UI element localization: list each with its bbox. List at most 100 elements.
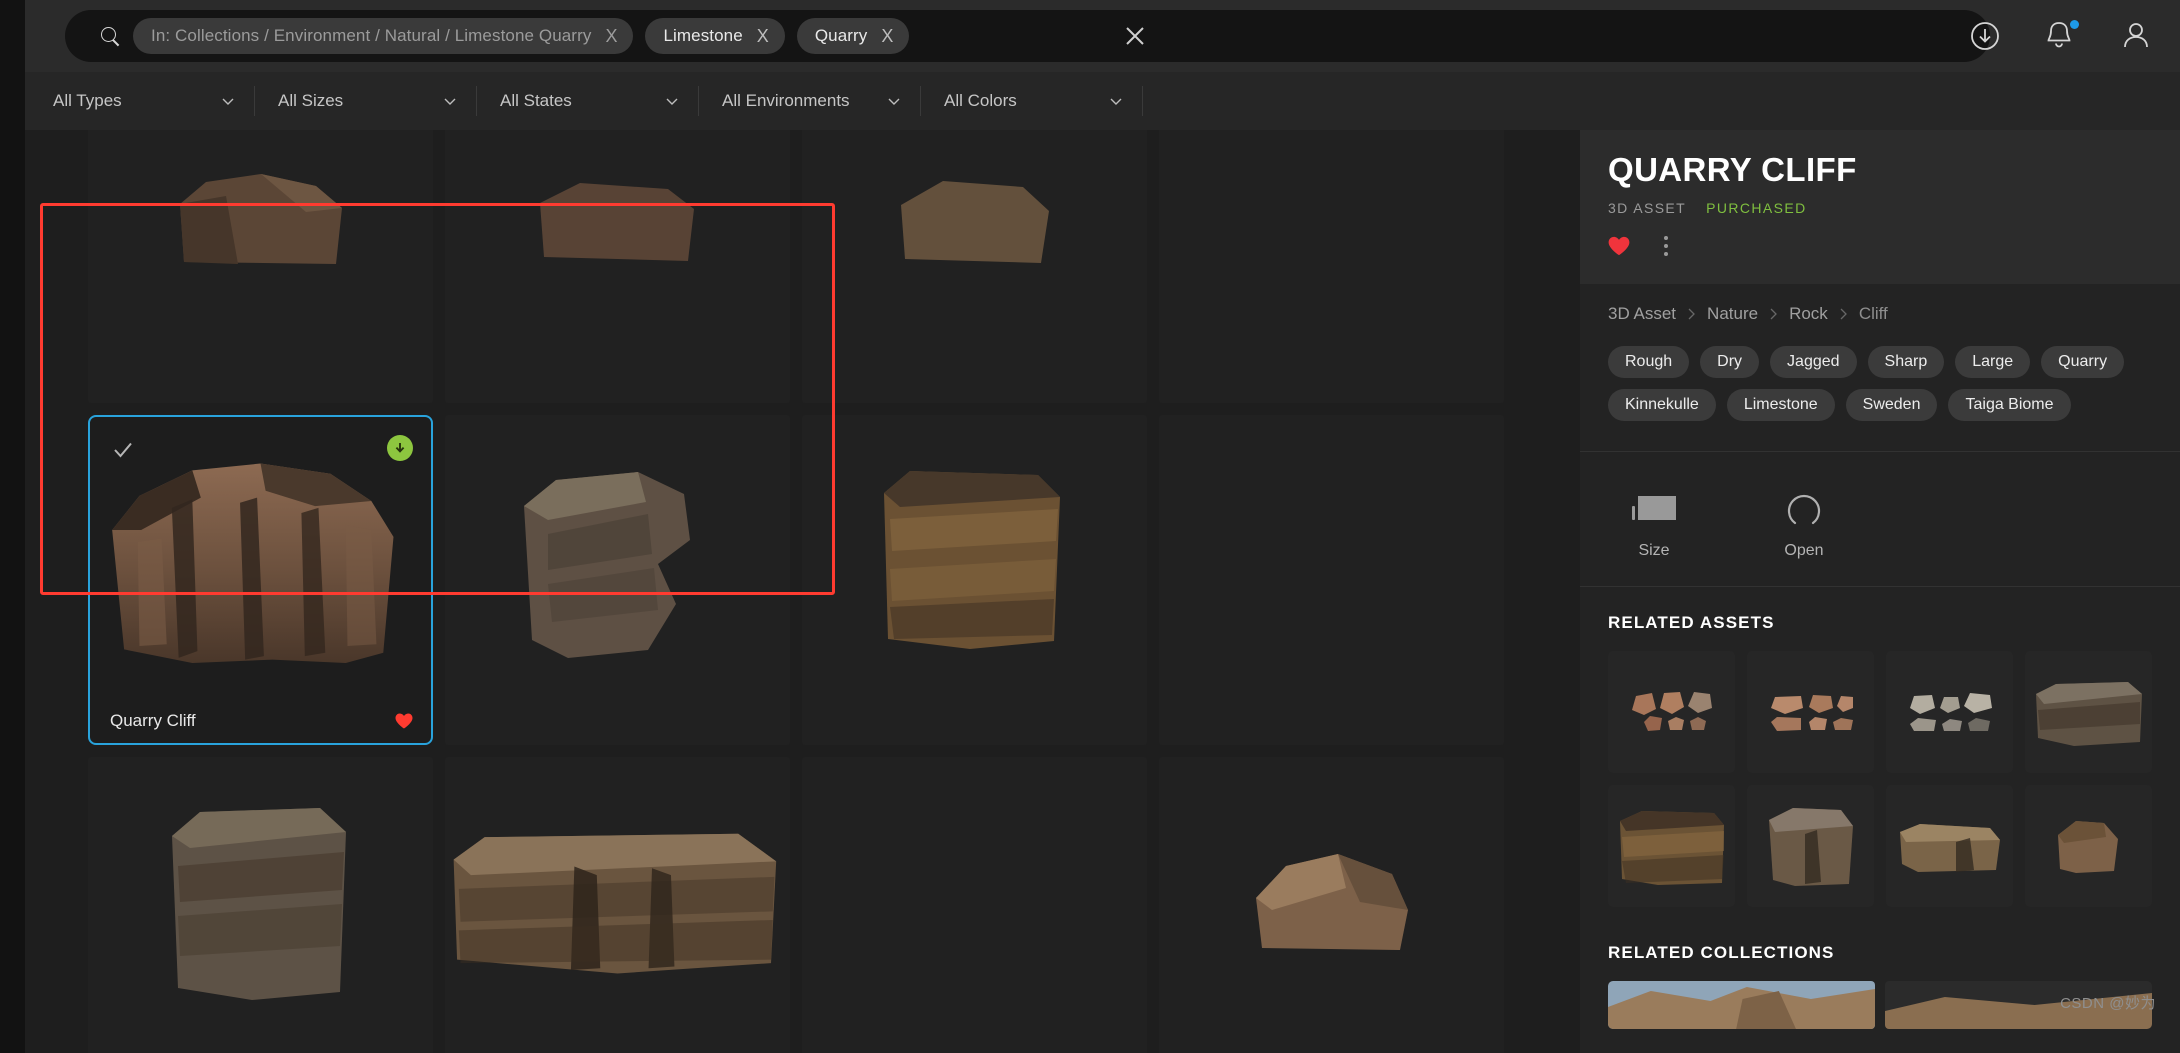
asset-thumbnail (1159, 415, 1504, 703)
related-asset-thumb[interactable] (2025, 651, 2152, 773)
breadcrumb-item-nature[interactable]: Nature (1707, 304, 1758, 324)
top-search-bar: In: Collections / Environment / Natural … (25, 0, 2180, 72)
chevron-down-icon (444, 98, 456, 105)
filter-all-states[interactable]: All States (477, 86, 699, 116)
tag-rough[interactable]: Rough (1608, 346, 1689, 378)
asset-thumbnail (88, 130, 433, 361)
search-chips: In: Collections / Environment / Natural … (133, 18, 1982, 54)
related-assets-grid (1580, 633, 2180, 907)
rock-image (166, 152, 356, 282)
related-asset-thumb[interactable] (2025, 785, 2152, 907)
search-clear-button[interactable] (1106, 0, 1164, 72)
breadcrumb-item-cliff[interactable]: Cliff (1859, 304, 1888, 324)
filter-all-colors[interactable]: All Colors (921, 86, 1143, 116)
filter-label: All Environments (722, 91, 850, 111)
app-root: In: Collections / Environment / Natural … (0, 0, 2180, 1053)
asset-card[interactable] (1159, 130, 1504, 403)
size-icon (1608, 482, 1700, 534)
breadcrumb-item-3d-asset[interactable]: 3D Asset (1608, 304, 1676, 324)
related-asset-thumb[interactable] (1608, 785, 1735, 907)
rock-cluster-image (1626, 684, 1718, 740)
asset-thumbnail (1159, 757, 1504, 1045)
search-tag-chip-quarry[interactable]: Quarry X (797, 18, 910, 54)
rock-image (156, 786, 366, 1016)
tag-quarry[interactable]: Quarry (2041, 346, 2124, 378)
asset-type-label: 3D ASSET (1608, 200, 1686, 216)
rock-image (445, 801, 790, 1001)
tag-limestone[interactable]: Limestone (1727, 389, 1835, 421)
asset-card[interactable] (802, 757, 1147, 1053)
rock-image-quarry-cliff (90, 429, 431, 689)
rock-image (870, 449, 1080, 669)
related-asset-thumb[interactable] (1886, 785, 2013, 907)
property-open[interactable]: Open (1758, 482, 1850, 560)
related-asset-thumb[interactable] (1886, 651, 2013, 773)
rock-image (508, 444, 728, 674)
asset-card[interactable] (88, 130, 433, 403)
tag-kinnekulle[interactable]: Kinnekulle (1608, 389, 1716, 421)
filter-label: All Colors (944, 91, 1017, 111)
notification-dot (2070, 20, 2079, 29)
tag-taiga-biome[interactable]: Taiga Biome (1948, 389, 2070, 421)
asset-thumbnail (1159, 130, 1504, 361)
rock-image (1618, 805, 1726, 887)
filter-all-environments[interactable]: All Environments (699, 86, 921, 116)
notifications-button[interactable] (2044, 19, 2078, 53)
property-size[interactable]: Size (1608, 482, 1700, 560)
search-tag-label: Limestone (663, 26, 742, 46)
chevron-down-icon (222, 98, 234, 105)
asset-card[interactable] (445, 757, 790, 1053)
tag-sharp[interactable]: Sharp (1868, 346, 1945, 378)
asset-card[interactable] (802, 415, 1147, 745)
kebab-menu-icon[interactable] (1658, 234, 1674, 258)
favorite-heart-icon[interactable] (395, 713, 413, 729)
filter-all-types[interactable]: All Types (25, 86, 255, 116)
tag-jagged[interactable]: Jagged (1770, 346, 1857, 378)
asset-grid-area[interactable]: Quarry Cliff (25, 130, 1580, 1053)
asset-thumbnail (802, 415, 1147, 703)
breadcrumb-item-rock[interactable]: Rock (1789, 304, 1828, 324)
asset-card[interactable] (802, 130, 1147, 403)
rock-image (2034, 676, 2144, 748)
asset-card[interactable] (445, 130, 790, 403)
search-tag-remove-icon[interactable]: X (881, 27, 893, 45)
search-tag-remove-icon[interactable]: X (757, 27, 769, 45)
search-tag-chip-limestone[interactable]: Limestone X (645, 18, 784, 54)
related-asset-thumb[interactable] (1608, 651, 1735, 773)
filter-all-sizes[interactable]: All Sizes (255, 86, 477, 116)
asset-card[interactable] (88, 757, 433, 1053)
search-scope-chip[interactable]: In: Collections / Environment / Natural … (133, 18, 633, 54)
related-collection-card[interactable] (1608, 981, 1875, 1029)
search-scope-remove-icon[interactable]: X (605, 27, 617, 45)
rock-image (528, 157, 708, 277)
tag-large[interactable]: Large (1955, 346, 2030, 378)
watermark: CSDN @妙为 (2060, 992, 2156, 1013)
rock-image (1242, 836, 1422, 966)
asset-card[interactable] (1159, 757, 1504, 1053)
asset-thumbnail (90, 417, 431, 701)
search-tag-label: Quarry (815, 26, 868, 46)
asset-card[interactable] (1159, 415, 1504, 745)
detail-header: QUARRY CLIFF 3D ASSET PURCHASED (1580, 130, 2180, 284)
search-icon[interactable] (87, 27, 133, 46)
chevron-down-icon (666, 98, 678, 105)
left-rail (0, 0, 25, 1053)
asset-thumbnail (445, 130, 790, 361)
tag-list: Rough Dry Jagged Sharp Large Quarry Kinn… (1580, 324, 2180, 451)
tag-dry[interactable]: Dry (1700, 346, 1759, 378)
asset-thumbnail (445, 415, 790, 703)
related-asset-thumb[interactable] (1747, 651, 1874, 773)
open-arc-icon (1758, 482, 1850, 534)
account-button[interactable] (2120, 19, 2154, 53)
asset-thumbnail (802, 757, 1147, 1045)
tag-sweden[interactable]: Sweden (1846, 389, 1938, 421)
search-field[interactable]: In: Collections / Environment / Natural … (65, 10, 1990, 62)
heart-filled-icon[interactable] (1608, 236, 1630, 256)
asset-card-selected[interactable]: Quarry Cliff (88, 415, 433, 745)
asset-thumbnail (445, 757, 790, 1045)
asset-card[interactable] (445, 415, 790, 745)
related-asset-thumb[interactable] (1747, 785, 1874, 907)
chevron-down-icon (1110, 98, 1122, 105)
downloads-button[interactable] (1968, 19, 2002, 53)
asset-detail-panel: QUARRY CLIFF 3D ASSET PURCHASED 3D Asset… (1580, 130, 2180, 1053)
